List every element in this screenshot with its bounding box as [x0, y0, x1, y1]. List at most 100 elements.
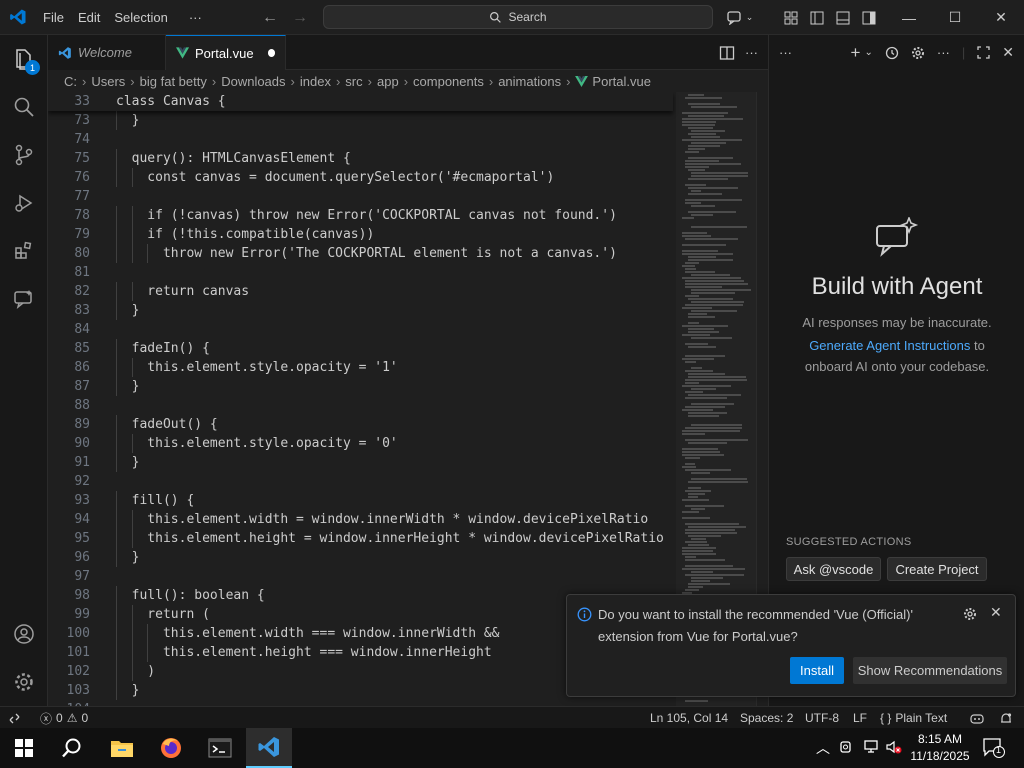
- toggle-primary-sidebar-icon[interactable]: [804, 0, 830, 35]
- copilot-chat-icon[interactable]: ⌄: [722, 0, 758, 35]
- more-icon[interactable]: ···: [779, 45, 792, 60]
- breadcrumb-item[interactable]: Users: [91, 74, 125, 89]
- code-line[interactable]: 83 }: [48, 301, 668, 320]
- notifications-bell-icon[interactable]: [1000, 707, 1012, 729]
- split-editor-icon[interactable]: [719, 45, 735, 61]
- code-line[interactable]: 78 if (!canvas) throw new Error('COCKPOR…: [48, 206, 668, 225]
- breadcrumb-item[interactable]: Downloads: [221, 74, 285, 89]
- minimize-icon[interactable]: —: [886, 0, 932, 35]
- code-line[interactable]: 91 }: [48, 453, 668, 472]
- terminal-icon[interactable]: [197, 728, 243, 768]
- maximize-icon[interactable]: ☐: [932, 0, 978, 35]
- code-line[interactable]: 76 const canvas = document.querySelector…: [48, 168, 668, 187]
- code-line[interactable]: 88: [48, 396, 668, 415]
- source-control-icon[interactable]: [0, 131, 48, 179]
- breadcrumb-item[interactable]: animations: [498, 74, 561, 89]
- system-clock[interactable]: 8:15 AM 11/18/2025: [900, 731, 980, 765]
- code-line[interactable]: 82 return canvas: [48, 282, 668, 301]
- menu-selection[interactable]: Selection: [107, 0, 174, 35]
- command-center-search[interactable]: Search: [323, 5, 713, 29]
- forward-arrow-icon[interactable]: →: [292, 9, 308, 27]
- chat-icon[interactable]: [0, 275, 48, 323]
- code-line[interactable]: 95 this.element.height = window.innerHei…: [48, 529, 668, 548]
- search-view-icon[interactable]: [0, 83, 48, 131]
- remote-indicator-icon[interactable]: [8, 707, 21, 729]
- chevron-down-icon[interactable]: ⌄: [864, 47, 872, 58]
- firefox-icon[interactable]: [148, 728, 194, 768]
- breadcrumb-item[interactable]: index: [300, 74, 331, 89]
- code-line[interactable]: 80 throw new Error('The COCKPORTAL eleme…: [48, 244, 668, 263]
- menu-more[interactable]: ···: [175, 0, 209, 35]
- install-button[interactable]: Install: [790, 657, 844, 684]
- taskbar-search-icon[interactable]: [49, 728, 95, 768]
- manage-gear-icon[interactable]: [0, 658, 48, 706]
- settings-gear-icon[interactable]: [911, 46, 925, 60]
- tab-portal-vue[interactable]: Portal.vue: [166, 35, 286, 70]
- problems-status[interactable]: ⓧ 0 ⚠ 0: [40, 707, 88, 729]
- code-line[interactable]: 94 this.element.width = window.innerWidt…: [48, 510, 668, 529]
- breadcrumb-item[interactable]: app: [377, 74, 399, 89]
- breadcrumb-item[interactable]: C:: [64, 74, 77, 89]
- unsaved-dot-icon[interactable]: [267, 49, 275, 57]
- code-line[interactable]: 85 fadeIn() {: [48, 339, 668, 358]
- cursor-position[interactable]: Ln 105, Col 14: [650, 707, 728, 729]
- show-hidden-icons-chevron-icon[interactable]: ︿: [816, 738, 830, 758]
- code-line[interactable]: 75 query(): HTMLCanvasElement {: [48, 149, 668, 168]
- notification-center-icon[interactable]: 1: [983, 738, 1005, 761]
- breadcrumb-item[interactable]: big fat betty: [140, 74, 207, 89]
- close-notification-icon[interactable]: ✕: [990, 604, 1002, 621]
- new-chat-plus-icon[interactable]: +: [851, 43, 861, 63]
- code-line[interactable]: 97: [48, 567, 668, 586]
- maximize-panel-icon[interactable]: [977, 46, 990, 59]
- explorer-icon[interactable]: 1: [0, 35, 48, 83]
- code-line[interactable]: 73 }: [48, 111, 668, 130]
- generate-instructions-link[interactable]: Generate Agent Instructions: [809, 338, 970, 353]
- history-icon[interactable]: [885, 46, 899, 60]
- code-line[interactable]: 84: [48, 320, 668, 339]
- indent-guide: [131, 358, 133, 377]
- breadcrumb-item[interactable]: src: [345, 74, 362, 89]
- copilot-status-icon[interactable]: [970, 707, 984, 729]
- breadcrumb-item[interactable]: Portal.vue: [592, 74, 651, 89]
- ask-vscode-button[interactable]: Ask @vscode: [786, 557, 881, 581]
- file-explorer-icon[interactable]: [99, 728, 145, 768]
- code-line[interactable]: 79 if (!this.compatible(canvas)): [48, 225, 668, 244]
- indentation-status[interactable]: Spaces: 2: [740, 707, 793, 729]
- toggle-secondary-sidebar-icon[interactable]: [856, 0, 882, 35]
- code-line[interactable]: 89 fadeOut() {: [48, 415, 668, 434]
- customize-layout-icon[interactable]: [778, 0, 804, 35]
- code-line[interactable]: 86 this.element.style.opacity = '1': [48, 358, 668, 377]
- tab-welcome[interactable]: Welcome: [48, 35, 166, 70]
- network-icon[interactable]: [864, 740, 880, 757]
- sticky-scroll-header[interactable]: 33 class Canvas {: [48, 92, 673, 111]
- meet-now-icon[interactable]: [840, 740, 854, 757]
- notification-settings-gear-icon[interactable]: [963, 607, 977, 621]
- close-window-icon[interactable]: ✕: [978, 0, 1024, 35]
- code-line[interactable]: 81: [48, 263, 668, 282]
- vscode-taskbar-icon[interactable]: [246, 728, 292, 768]
- code-line[interactable]: 77: [48, 187, 668, 206]
- code-line[interactable]: 87 }: [48, 377, 668, 396]
- create-project-button[interactable]: Create Project: [887, 557, 987, 581]
- breadcrumb-item[interactable]: components: [413, 74, 484, 89]
- menu-file[interactable]: File: [36, 0, 71, 35]
- show-recommendations-button[interactable]: Show Recommendations: [853, 657, 1007, 684]
- menu-edit[interactable]: Edit: [71, 0, 107, 35]
- code-line[interactable]: 93 fill() {: [48, 491, 668, 510]
- run-debug-icon[interactable]: [0, 179, 48, 227]
- windows-start-icon[interactable]: [1, 728, 47, 768]
- more-options-icon[interactable]: ···: [937, 45, 950, 60]
- close-panel-icon[interactable]: ✕: [1002, 44, 1014, 61]
- code-line[interactable]: 74: [48, 130, 668, 149]
- extensions-icon[interactable]: [0, 227, 48, 275]
- language-mode[interactable]: { } Plain Text: [880, 707, 947, 729]
- encoding-status[interactable]: UTF-8: [805, 707, 839, 729]
- toggle-panel-icon[interactable]: [830, 0, 856, 35]
- more-actions-icon[interactable]: ···: [745, 45, 758, 60]
- eol-status[interactable]: LF: [853, 707, 867, 729]
- account-icon[interactable]: [0, 610, 48, 658]
- back-arrow-icon[interactable]: ←: [262, 9, 278, 27]
- code-line[interactable]: 92: [48, 472, 668, 491]
- code-line[interactable]: 96 }: [48, 548, 668, 567]
- code-line[interactable]: 90 this.element.style.opacity = '0': [48, 434, 668, 453]
